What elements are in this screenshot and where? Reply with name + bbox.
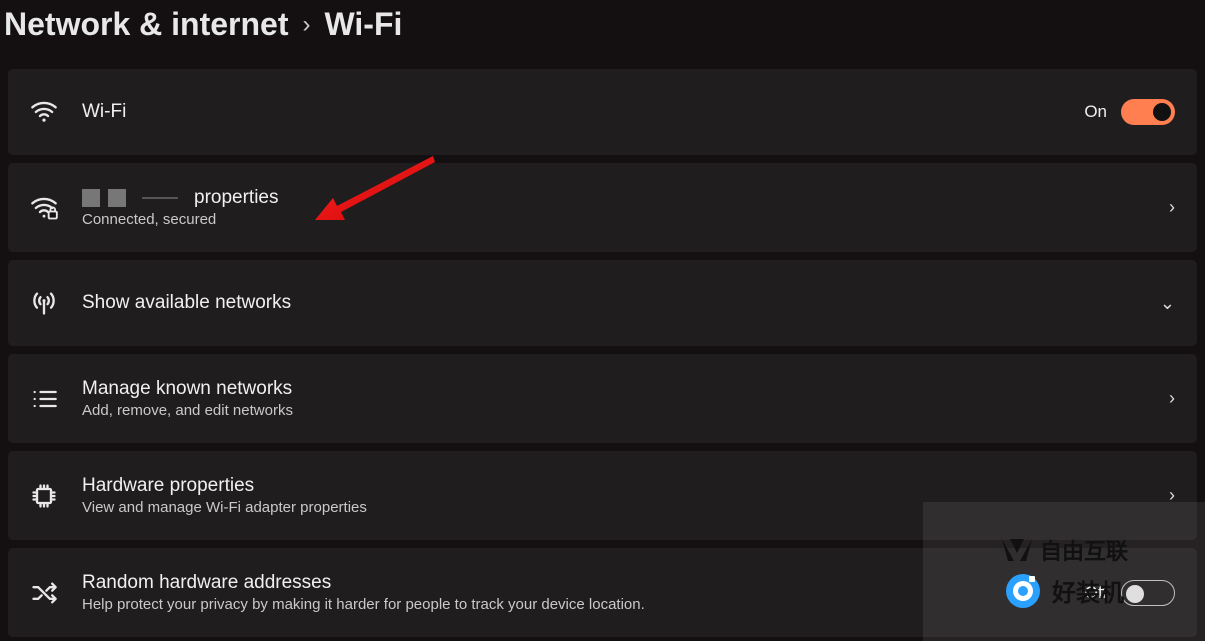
connected-network-card[interactable]: properties Connected, secured › [8,163,1197,252]
redacted-ssid-tail [142,197,178,199]
list-icon [30,385,58,413]
chevron-down-icon: ⌄ [1160,293,1175,314]
watermark-text-1: 自由互联 [1040,534,1128,566]
chevron-right-icon: › [302,11,310,39]
toggle-knob [1153,103,1171,121]
shuffle-icon [30,579,58,607]
wifi-toggle-card[interactable]: Wi-Fi On [8,69,1197,155]
chevron-right-icon: › [1169,388,1175,409]
redacted-ssid [82,189,126,207]
random-mac-sub: Help protect your privacy by making it h… [82,596,645,613]
watermark-overlay: 自由互联 好装机 [923,502,1205,641]
manage-networks-card[interactable]: Manage known networks Add, remove, and e… [8,354,1197,443]
random-mac-title: Random hardware addresses [82,572,645,594]
manage-networks-sub: Add, remove, and edit networks [82,402,293,419]
connected-properties-sub: Connected, secured [82,211,279,228]
chip-icon [30,482,58,510]
wifi-settings-page: Network & internet › Wi-Fi Wi-Fi On [0,0,1205,641]
antenna-icon [30,289,58,317]
breadcrumb-current: Wi-Fi [324,6,402,43]
wifi-toggle-title: Wi-Fi [82,101,126,123]
manage-networks-title: Manage known networks [82,378,293,400]
hardware-properties-sub: View and manage Wi-Fi adapter properties [82,499,367,516]
wifi-toggle-switch[interactable] [1121,99,1175,125]
breadcrumb-parent[interactable]: Network & internet [4,6,288,43]
hardware-properties-title: Hardware properties [82,475,367,497]
available-networks-card[interactable]: Show available networks ⌄ [8,260,1197,346]
available-networks-title: Show available networks [82,292,291,314]
watermark-line1: 自由互联 [1000,534,1128,566]
watermark-text-2: 好装机 [1052,573,1124,608]
wifi-secured-icon [30,194,58,222]
watermark-line2: 好装机 [1004,572,1124,610]
wifi-toggle-state-label: On [1084,102,1107,122]
chevron-right-icon: › [1169,197,1175,218]
breadcrumb: Network & internet › Wi-Fi [0,0,1205,65]
connected-properties-title: properties [194,187,279,209]
wifi-icon [30,98,58,126]
